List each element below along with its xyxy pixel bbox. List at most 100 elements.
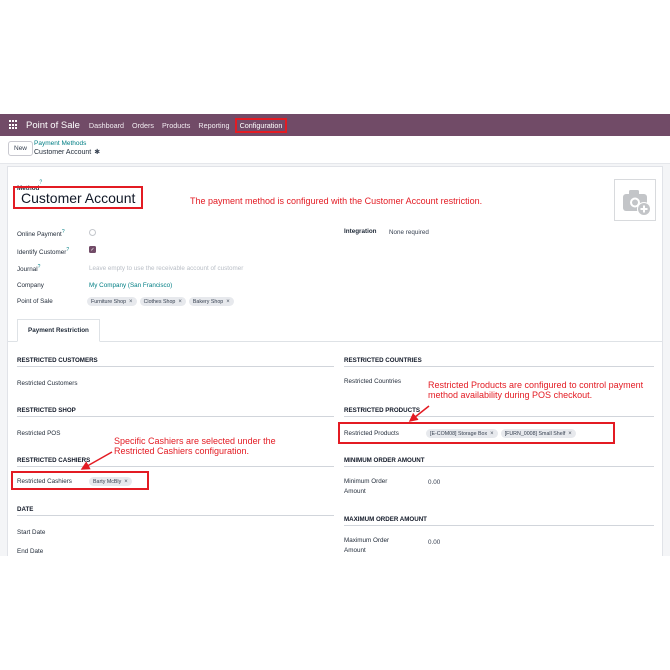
- top-navbar: Point of Sale Dashboard Orders Products …: [0, 114, 670, 136]
- section-minimum-order: MINIMUM ORDER AMOUNT: [344, 457, 425, 464]
- identify-customer-checkbox[interactable]: ✓: [89, 246, 96, 253]
- section-restricted-countries: RESTRICTED COUNTRIES: [344, 357, 422, 364]
- method-name[interactable]: Customer Account: [21, 190, 135, 206]
- online-payment-label: Online Payment?: [17, 229, 65, 238]
- breadcrumb-current: Customer Account ✱: [34, 148, 100, 157]
- cashier-tag[interactable]: Barty McBly ×: [89, 477, 132, 486]
- close-icon[interactable]: ×: [124, 479, 128, 485]
- online-payment-label-text: Online Payment: [17, 231, 62, 239]
- journal-field[interactable]: Leave empty to use the receivable accoun…: [89, 265, 243, 272]
- pos-tag-label: Furniture Shop: [91, 298, 127, 305]
- nav-orders[interactable]: Orders: [132, 119, 154, 132]
- product-tag-label: [E-COM08] Storage Box: [430, 430, 488, 437]
- annotation-method: The payment method is configured with th…: [190, 196, 483, 206]
- close-icon[interactable]: ×: [178, 299, 182, 305]
- maximum-order-label: Maximum Order Amount: [344, 537, 389, 554]
- section-divider: [344, 525, 654, 526]
- help-icon[interactable]: ?: [62, 229, 65, 235]
- nav-reporting[interactable]: Reporting: [198, 119, 229, 132]
- annotation-cashiers: Specific Cashiers are selected under the…: [114, 436, 276, 456]
- restricted-cashiers-label: Restricted Cashiers: [17, 478, 72, 485]
- journal-label: Journal?: [17, 264, 40, 273]
- annotation-cashiers-line-2: Restricted Cashiers configuration.: [114, 446, 250, 456]
- help-icon[interactable]: ?: [39, 180, 42, 186]
- breadcrumb-current-label: Customer Account: [34, 148, 92, 156]
- section-divider: [344, 416, 654, 417]
- nav-products[interactable]: Products: [162, 119, 190, 132]
- section-divider: [344, 366, 654, 367]
- odoo-app: Point of Sale Dashboard Orders Products …: [0, 114, 670, 556]
- new-button[interactable]: New: [8, 141, 34, 156]
- journal-label-text: Journal: [17, 266, 38, 274]
- restricted-countries-label: Restricted Countries: [344, 378, 402, 385]
- app-name[interactable]: Point of Sale: [26, 120, 80, 131]
- restricted-products-label: Restricted Products: [344, 430, 399, 437]
- pos-label: Point of Sale: [17, 298, 53, 305]
- product-tag-label: [FURN_0008] Small Shelf: [504, 430, 566, 437]
- minimum-order-label-line-1: Minimum Order: [344, 478, 388, 485]
- product-tags: [E-COM08] Storage Box × [FURN_0008] Small…: [426, 429, 579, 438]
- pos-tags: Furniture Shop × Clothes Shop × Bakery Sho…: [87, 297, 237, 306]
- section-divider: [17, 416, 334, 417]
- cashier-tag-label: Barty McBly: [93, 478, 122, 485]
- section-restricted-cashiers: RESTRICTED CASHIERS: [17, 457, 91, 464]
- integration-value: None required: [389, 229, 429, 236]
- product-tag[interactable]: [E-COM08] Storage Box ×: [426, 429, 498, 438]
- breadcrumb-parent[interactable]: Payment Methods: [34, 140, 86, 147]
- annotation-products: Restricted Products are configured to co…: [428, 380, 643, 400]
- gear-icon[interactable]: ✱: [94, 148, 100, 156]
- company-field[interactable]: My Company (San Francisco): [89, 282, 172, 289]
- tab-divider: [8, 341, 662, 342]
- section-divider: [17, 515, 334, 516]
- annotation-cashiers-line-1: Specific Cashiers are selected under the: [114, 436, 276, 446]
- control-panel: New Payment Methods Customer Account ✱: [0, 136, 670, 164]
- maximum-order-value[interactable]: 0.00: [428, 539, 440, 546]
- apps-grid-icon[interactable]: [9, 120, 19, 130]
- start-date-label: Start Date: [17, 529, 46, 536]
- maximum-order-label-line-2: Amount: [344, 547, 366, 554]
- pos-tag[interactable]: Clothes Shop ×: [139, 297, 186, 306]
- integration-label: Integration: [344, 228, 377, 235]
- annotation-products-line-1: Restricted Products are configured to co…: [428, 380, 644, 390]
- annotation-arrows: [80, 405, 430, 470]
- annotation-products-line-2: method availability during POS checkout.: [428, 390, 593, 400]
- section-restricted-products: RESTRICTED PRODUCTS: [344, 407, 420, 414]
- camera-plus-icon: [623, 190, 651, 216]
- minimum-order-label-line-2: Amount: [344, 488, 366, 495]
- nav-configuration[interactable]: Configuration: [234, 117, 288, 133]
- method-name-field[interactable]: Customer Account: [13, 186, 144, 209]
- identify-customer-label: Identify Customer?: [17, 247, 69, 256]
- minimum-order-value[interactable]: 0.00: [428, 479, 440, 486]
- close-icon[interactable]: ×: [568, 431, 572, 437]
- section-maximum-order: MAXIMUM ORDER AMOUNT: [344, 516, 427, 523]
- restricted-pos-label: Restricted POS: [17, 430, 61, 437]
- pos-tag-label: Bakery Shop: [192, 298, 224, 305]
- close-icon[interactable]: ×: [129, 299, 133, 305]
- help-icon[interactable]: ?: [66, 247, 69, 253]
- section-divider: [17, 366, 334, 367]
- section-restricted-customers: RESTRICTED CUSTOMERS: [17, 357, 98, 364]
- restricted-customers-label: Restricted Customers: [17, 380, 78, 387]
- help-icon[interactable]: ?: [38, 264, 41, 270]
- pos-tag[interactable]: Bakery Shop ×: [188, 297, 234, 306]
- section-date: DATE: [17, 506, 34, 513]
- identify-customer-label-text: Identify Customer: [17, 249, 67, 257]
- section-divider: [17, 466, 334, 467]
- close-icon[interactable]: ×: [490, 431, 494, 437]
- image-upload[interactable]: [614, 179, 656, 221]
- minimum-order-label: Minimum Order Amount: [344, 478, 387, 495]
- tab-payment-restriction[interactable]: Payment Restriction: [17, 319, 100, 342]
- end-date-label: End Date: [17, 548, 44, 555]
- section-restricted-shop: RESTRICTED SHOP: [17, 407, 76, 414]
- online-payment-toggle[interactable]: [89, 229, 96, 236]
- section-divider: [344, 466, 654, 467]
- close-icon[interactable]: ×: [226, 299, 230, 305]
- maximum-order-label-line-1: Maximum Order: [344, 537, 390, 544]
- pos-tag[interactable]: Furniture Shop ×: [87, 297, 137, 306]
- nav-dashboard[interactable]: Dashboard: [89, 119, 124, 132]
- form-sheet: Method? Customer Account The payment met…: [7, 166, 663, 556]
- company-label: Company: [17, 282, 44, 289]
- product-tag[interactable]: [FURN_0008] Small Shelf ×: [500, 429, 576, 438]
- pos-tag-label: Clothes Shop: [143, 298, 176, 305]
- cashier-tags: Barty McBly ×: [89, 477, 135, 486]
